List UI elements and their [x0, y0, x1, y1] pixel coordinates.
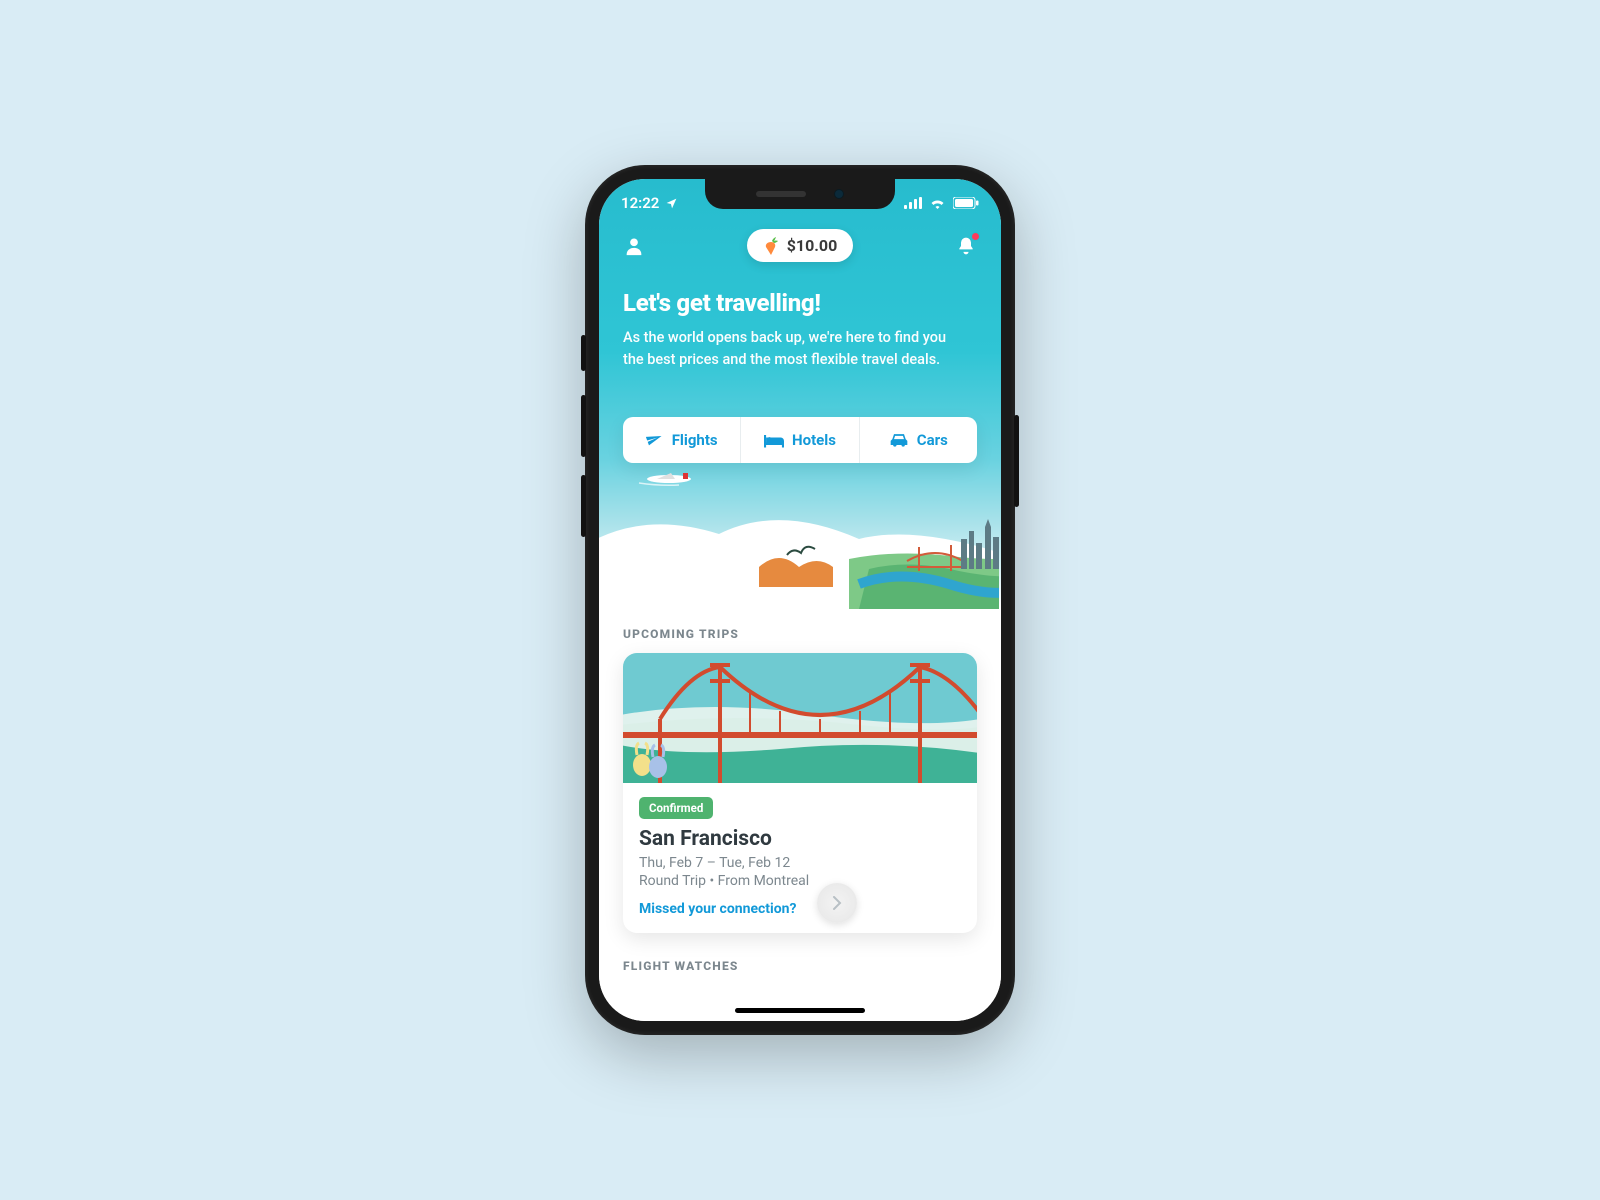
battery-icon: [953, 197, 979, 209]
phone-side-button: [581, 335, 586, 371]
phone-frame: 12:22 $10.00: [585, 165, 1015, 1035]
trip-image: [623, 653, 977, 783]
category-label: Cars: [917, 431, 948, 449]
car-icon: [889, 432, 909, 448]
scroll-indicator-dot: [817, 883, 857, 923]
status-badge: Confirmed: [639, 797, 713, 819]
notch: [705, 179, 895, 209]
category-flights[interactable]: Flights: [623, 417, 741, 463]
trip-detail: Round Trip • From Montreal: [639, 873, 961, 889]
trip-card[interactable]: Confirmed San Francisco Thu, Feb 7 – Tue…: [623, 653, 977, 933]
trip-dates: Thu, Feb 7 – Tue, Feb 12: [639, 855, 961, 871]
plane-icon: [646, 431, 664, 449]
phone-side-button: [581, 475, 586, 537]
location-arrow-icon: [665, 197, 678, 210]
category-label: Flights: [672, 431, 718, 449]
phone-side-button: [581, 395, 586, 457]
category-hotels[interactable]: Hotels: [741, 417, 859, 463]
chevron-right-icon: [832, 896, 842, 910]
category-cars[interactable]: Cars: [860, 417, 977, 463]
category-bar: Flights Hotels Cars: [623, 417, 977, 463]
top-bar: $10.00: [599, 229, 1001, 262]
section-upcoming-trips: UPCOMING TRIPS: [623, 627, 977, 641]
phone-side-button: [1014, 415, 1019, 507]
main-content[interactable]: UPCOMING TRIPS: [599, 627, 1001, 1021]
wallet-pill[interactable]: $10.00: [747, 229, 854, 262]
cellular-icon: [904, 197, 922, 209]
carrot-icon: [763, 237, 779, 255]
bed-icon: [764, 431, 784, 449]
hero-section: 12:22 $10.00: [599, 179, 1001, 609]
trip-help-link[interactable]: Missed your connection?: [639, 901, 796, 917]
screen: 12:22 $10.00: [599, 179, 1001, 1021]
home-indicator[interactable]: [735, 1008, 865, 1013]
section-flight-watches: FLIGHT WATCHES: [623, 959, 977, 973]
hero-illustration: [599, 449, 999, 609]
notification-badge: [971, 232, 980, 241]
profile-button[interactable]: [621, 233, 647, 259]
hero-subtitle: As the world opens back up, we're here t…: [623, 327, 963, 371]
hero-title: Let's get travelling!: [623, 289, 977, 317]
wifi-icon: [929, 197, 946, 209]
category-label: Hotels: [792, 431, 836, 449]
wallet-amount: $10.00: [787, 236, 838, 255]
trip-destination: San Francisco: [639, 827, 961, 851]
status-time: 12:22: [621, 194, 659, 212]
user-icon: [623, 235, 645, 257]
notifications-button[interactable]: [953, 233, 979, 259]
